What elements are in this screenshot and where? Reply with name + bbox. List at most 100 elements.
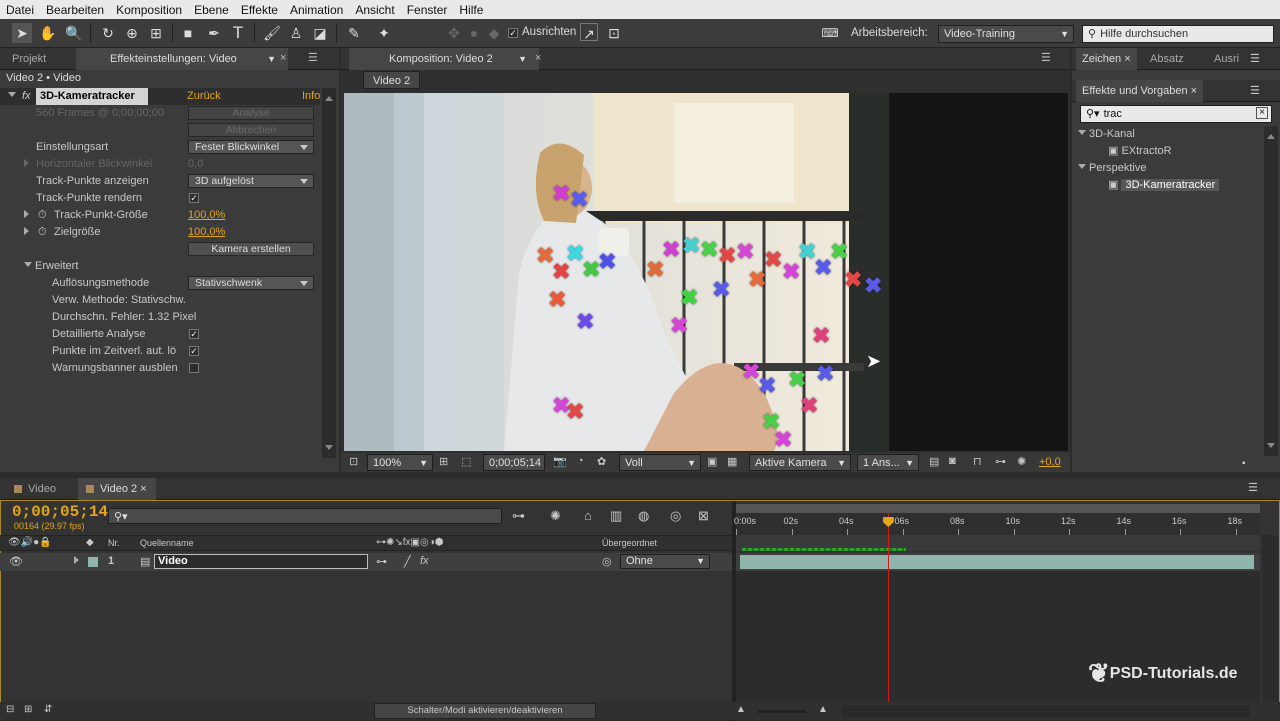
visibility-eye-icon[interactable]: 👁	[9, 555, 23, 568]
live-update-icon[interactable]: ⊠	[698, 508, 709, 524]
comp-mini-flowchart-icon[interactable]: ⊶	[512, 508, 525, 524]
mask-visibility-icon[interactable]: ⬚	[461, 455, 471, 468]
analyse-button[interactable]: Analyse	[188, 106, 314, 120]
detailed-analysis-checkbox[interactable]: ✓	[189, 329, 199, 339]
panel-menu-icon[interactable]: ☰	[1041, 51, 1051, 64]
fast-preview-icon[interactable]: ◙	[949, 455, 956, 467]
reset-link[interactable]: Zurück	[187, 88, 221, 105]
target-size-value[interactable]: 100,0%	[188, 224, 225, 241]
safe-area-icon[interactable]: ⊞	[439, 455, 448, 468]
pickwhip-icon[interactable]: ◎	[602, 555, 612, 568]
camera-select[interactable]: Aktive Kamera ▼	[749, 454, 851, 471]
pan-behind-tool-icon[interactable]: ⊞	[146, 23, 166, 43]
reset-exposure-icon[interactable]: ✺	[1017, 455, 1026, 468]
exposure-value[interactable]: +0,0	[1039, 456, 1061, 468]
region-of-interest-icon[interactable]: ▣	[707, 455, 717, 468]
menu-effekte[interactable]: Effekte	[241, 3, 278, 17]
cancel-button[interactable]: Abbrechen	[188, 123, 314, 137]
fx-switch-icon[interactable]: fx	[420, 555, 429, 567]
snapshot-icon[interactable]: 📷	[553, 455, 567, 468]
tab-effect-controls[interactable]: Effekteinstellungen: Video ▼	[76, 48, 288, 70]
views-select[interactable]: 1 Ans... ▼	[857, 454, 919, 471]
layer-duration-bar[interactable]	[740, 555, 1254, 569]
align-checkbox[interactable]: ✓	[508, 28, 518, 38]
comp-subtab[interactable]: Video 2	[363, 71, 421, 89]
category-perspective[interactable]: Perspektive	[1078, 160, 1146, 177]
point-size-value[interactable]: 100,0%	[188, 207, 225, 224]
hand-tool-icon[interactable]: ✋	[38, 23, 58, 43]
tab-align[interactable]: Ausri	[1208, 48, 1245, 70]
settings-dropdown[interactable]: Fester Blickwinkel	[188, 140, 314, 154]
tab-composition[interactable]: Komposition: Video 2 ▼	[349, 48, 539, 70]
transparency-grid-icon[interactable]: ▦	[727, 455, 737, 468]
text-tool-icon[interactable]: T	[228, 23, 248, 43]
panel-menu-icon[interactable]: ☰	[308, 51, 318, 64]
eraser-tool-icon[interactable]: ◪	[310, 23, 330, 43]
close-tab-icon[interactable]: ×	[535, 52, 541, 64]
playhead[interactable]	[882, 513, 894, 702]
in-out-toggle-icon[interactable]: ⇵	[44, 704, 52, 715]
fx-icon[interactable]: fx	[22, 88, 31, 105]
always-preview-icon[interactable]: ⊡	[349, 455, 358, 468]
toggle-pixel-aspect-icon[interactable]: ▤	[929, 455, 939, 468]
timeline-v-scrollbar[interactable]	[1262, 535, 1278, 702]
layer-expand-icon[interactable]	[74, 555, 86, 567]
shy-layers-icon[interactable]: ⌂	[584, 508, 592, 523]
effects-search-input[interactable]: ⚲▾ trac ×	[1080, 105, 1272, 123]
help-search-input[interactable]: ⚲ Hilfe durchsuchen	[1082, 25, 1274, 43]
menu-hilfe[interactable]: Hilfe	[459, 3, 483, 17]
info-link[interactable]: Info	[302, 88, 320, 105]
menu-datei[interactable]: Datei	[6, 3, 34, 17]
layer-switches-toggle-icon[interactable]: ⊟	[6, 704, 14, 715]
category-3d-channel[interactable]: 3D-Kanal	[1078, 126, 1135, 143]
quality-switch-icon[interactable]: ╱	[404, 555, 411, 568]
tab-timeline-video[interactable]: Video	[8, 478, 62, 500]
show-snapshot-icon[interactable]: ◔	[577, 455, 584, 467]
roto-brush-tool-icon[interactable]: ✎	[344, 23, 364, 43]
create-camera-button[interactable]: Kamera erstellen	[188, 242, 314, 256]
menu-ebene[interactable]: Ebene	[194, 3, 229, 17]
snap-icon[interactable]: ↗	[580, 23, 598, 42]
parent-select[interactable]: Ohne ▼	[620, 554, 710, 569]
auto-delete-checkbox[interactable]: ✓	[189, 346, 199, 356]
tab-timeline-video2[interactable]: Video 2 ×	[78, 478, 156, 500]
zoom-out-icon[interactable]: ▲	[736, 704, 746, 715]
show-points-dropdown[interactable]: 3D aufgelöst	[188, 174, 314, 188]
color-channel-icon[interactable]: ✿	[597, 455, 606, 468]
zoom-in-icon[interactable]: ▲	[818, 704, 828, 715]
effect-controls-scrollbar[interactable]	[322, 88, 336, 458]
toggle-switches-modes-button[interactable]: Schalter/Modi aktivieren/deaktivieren	[374, 703, 596, 719]
tab-paragraph[interactable]: Absatz	[1144, 48, 1190, 70]
tab-character[interactable]: Zeichen ×	[1076, 48, 1137, 70]
frame-blending-icon[interactable]: ▥	[610, 508, 622, 524]
timeline-timecode[interactable]: 0;00;05;14	[12, 503, 108, 521]
layer-label-color[interactable]	[88, 557, 98, 567]
draft-3d-icon[interactable]: ✺	[550, 508, 561, 524]
timeline-icon[interactable]: ⊓	[973, 455, 982, 468]
work-area-bar[interactable]	[736, 504, 1260, 513]
zoom-tool-icon[interactable]: 🔍	[64, 23, 84, 43]
motion-blur-icon[interactable]: ◍	[638, 508, 649, 524]
effect-name[interactable]: 3D-Kameratracker	[36, 88, 148, 105]
rectangle-tool-icon[interactable]: ■	[178, 23, 198, 43]
resolution-select[interactable]: Voll ▼	[619, 454, 701, 471]
snap-options-icon[interactable]: ⊡	[604, 23, 624, 43]
advanced-group[interactable]: Erweitert	[24, 258, 78, 275]
puppet-tool-icon[interactable]: ✦	[374, 23, 394, 43]
rotate-tool-icon[interactable]: ↻	[98, 23, 118, 43]
av-features-icon[interactable]: 👁🔊●🔒	[8, 537, 52, 548]
new-folder-icon[interactable]: ▪	[1242, 458, 1246, 469]
effects-scrollbar[interactable]	[1264, 126, 1278, 456]
composition-viewer[interactable]: ✖ ✖ ✖ ✖ ✖ ✖ ✖ ✖ ✖ ✖ ✖ ✖ ✖ ✖ ✖ ✖ ✖ ✖ ✖ ✖ …	[344, 93, 1068, 451]
tab-effects-presets[interactable]: Effekte und Vorgaben ×	[1076, 80, 1204, 102]
panel-menu-icon[interactable]: ☰	[1250, 84, 1260, 97]
stopwatch-icon[interactable]: ⏱	[38, 224, 47, 241]
menu-ansicht[interactable]: Ansicht	[355, 3, 394, 17]
menu-bearbeiten[interactable]: Bearbeiten	[46, 3, 104, 17]
selection-tool-icon[interactable]: ➤	[12, 23, 32, 43]
pen-tool-icon[interactable]: ✒	[204, 23, 224, 43]
panel-menu-icon[interactable]: ☰	[1248, 481, 1258, 494]
label-icon[interactable]: ◆	[86, 537, 94, 548]
expand-point-size-icon[interactable]	[24, 207, 36, 224]
transfer-controls-toggle-icon[interactable]: ⊞	[24, 704, 32, 715]
